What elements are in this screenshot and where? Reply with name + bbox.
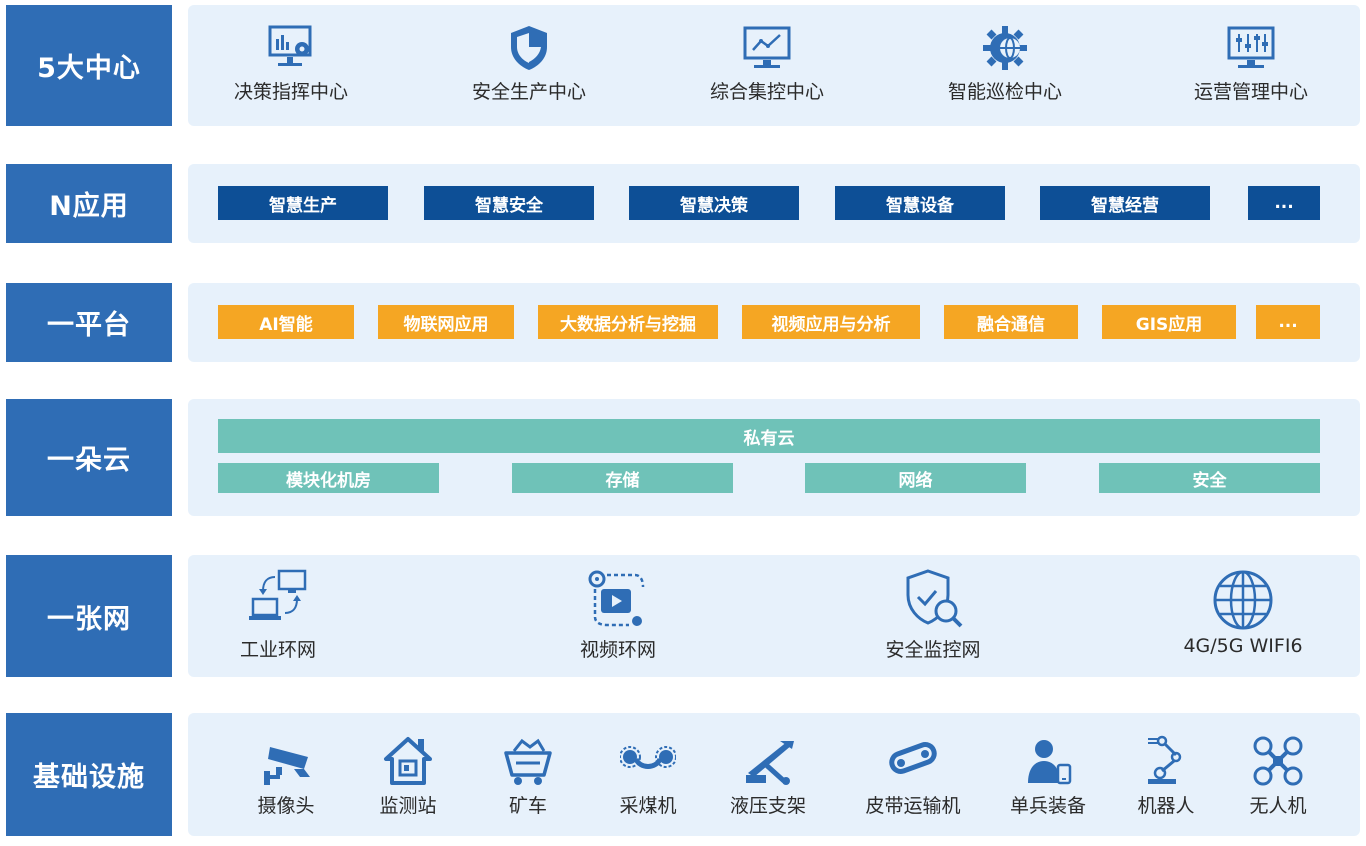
robot-arm-icon (1148, 735, 1182, 784)
video-play-icon (588, 570, 645, 627)
shield-icon (511, 26, 547, 70)
infra-label: 机器人 (1137, 795, 1195, 817)
row-infra: 基础设施 摄像头 监测站 矿车 采煤机 液压支架 皮带运输机 单兵装备 机器人 … (6, 713, 1360, 836)
row-network: 一张网 工业环网 视频环网 安全监控网 4G/5G WIFI6 (6, 555, 1360, 677)
computer-sync-icon (249, 569, 307, 620)
network-label: 工业环网 (239, 639, 316, 661)
cloud-module: 存储 (512, 463, 733, 493)
center-label: 运营管理中心 (1193, 81, 1308, 103)
center-label: 综合集控中心 (709, 81, 824, 103)
infra-label: 监测站 (379, 795, 437, 817)
row-platform: 一平台 AI智能 物联网应用 大数据分析与挖掘 视频应用与分析 融合通信 GIS… (6, 283, 1360, 362)
network-label: 安全监控网 (885, 639, 981, 661)
house-icon (384, 737, 432, 785)
globe-icon (1213, 570, 1273, 630)
center-label: 决策指挥中心 (233, 81, 348, 103)
center-label: 安全生产中心 (471, 81, 586, 103)
infra-item-robot: 机器人 (1106, 713, 1226, 836)
conveyor-belt-icon (889, 742, 937, 774)
shield-search-icon (906, 569, 963, 628)
cloud-panel: 私有云 模块化机房 存储 网络 安全 (188, 399, 1360, 516)
shearer-icon (620, 746, 676, 769)
gear-globe-icon (983, 26, 1027, 70)
platform-panel: AI智能 物联网应用 大数据分析与挖掘 视频应用与分析 融合通信 GIS应用 .… (188, 283, 1360, 362)
centers-panel: 决策指挥中心 安全生产中心 综合集控中心 智能巡检中心 运营管理中心 (188, 5, 1360, 126)
mine-cart-icon (504, 738, 552, 785)
row-label-platform: 一平台 (6, 283, 172, 362)
infra-item-camera: 摄像头 (226, 713, 346, 836)
private-cloud-bar: 私有云 (218, 419, 1320, 453)
center-item-safety: 安全生产中心 (454, 5, 604, 126)
monitor-line-chart-icon (743, 26, 791, 68)
infra-label: 采煤机 (619, 795, 677, 817)
row-label-network: 一张网 (6, 555, 172, 677)
infra-label: 皮带运输机 (865, 795, 961, 817)
app-chip: 智慧生产 (218, 186, 388, 220)
infra-item-drone: 无人机 (1218, 713, 1338, 836)
infra-label: 液压支架 (729, 795, 806, 817)
hydraulic-support-icon (746, 741, 794, 785)
network-item-industrial: 工业环网 (208, 555, 348, 677)
row-label-centers: 5大中心 (6, 5, 172, 126)
row-label-cloud: 一朵云 (6, 399, 172, 516)
network-label: 4G/5G WIFI6 (1183, 635, 1303, 657)
center-item-decision: 决策指挥中心 (216, 5, 366, 126)
network-item-monitoring: 安全监控网 (858, 555, 1008, 677)
network-panel: 工业环网 视频环网 安全监控网 4G/5G WIFI6 (188, 555, 1360, 677)
person-phone-icon (1028, 740, 1072, 785)
app-chip: 智慧经营 (1040, 186, 1210, 220)
network-item-wireless: 4G/5G WIFI6 (1158, 555, 1328, 677)
app-chip: 智慧安全 (424, 186, 594, 220)
platform-chip: AI智能 (218, 305, 354, 339)
infra-label: 矿车 (508, 795, 547, 817)
apps-panel: 智慧生产 智慧安全 智慧决策 智慧设备 智慧经营 ... (188, 164, 1360, 243)
network-label: 视频环网 (579, 639, 656, 661)
infra-item-mine-cart: 矿车 (468, 713, 588, 836)
infra-label: 摄像头 (257, 795, 315, 817)
infra-panel: 摄像头 监测站 矿车 采煤机 液压支架 皮带运输机 单兵装备 机器人 无人机 (188, 713, 1360, 836)
platform-chip-more: ... (1256, 305, 1320, 339)
platform-chip: 视频应用与分析 (742, 305, 920, 339)
cloud-module: 网络 (805, 463, 1026, 493)
row-label-apps: N应用 (6, 164, 172, 243)
infra-item-station: 监测站 (348, 713, 468, 836)
app-chip-more: ... (1248, 186, 1320, 220)
network-item-video: 视频环网 (548, 555, 688, 677)
infra-item-shearer: 采煤机 (588, 713, 708, 836)
monitor-sliders-icon (1227, 26, 1275, 68)
infra-label: 单兵装备 (1009, 795, 1086, 817)
cloud-module: 安全 (1099, 463, 1320, 493)
infra-label: 无人机 (1249, 795, 1307, 817)
app-chip: 智慧决策 (629, 186, 799, 220)
infra-item-personal: 单兵装备 (988, 713, 1108, 836)
row-apps: N应用 智慧生产 智慧安全 智慧决策 智慧设备 智慧经营 ... (6, 164, 1360, 243)
platform-chip: 大数据分析与挖掘 (538, 305, 718, 339)
monitor-chart-gear-icon (268, 25, 312, 66)
center-item-control: 综合集控中心 (692, 5, 842, 126)
app-chip: 智慧设备 (835, 186, 1005, 220)
row-centers: 5大中心 决策指挥中心 安全生产中心 综合集控中心 智能巡检中心 运营管理中心 (6, 5, 1360, 126)
platform-chip: 融合通信 (944, 305, 1078, 339)
drone-icon (1253, 736, 1303, 786)
center-label: 智能巡检中心 (947, 81, 1062, 103)
camera-icon (264, 747, 310, 785)
platform-chip: GIS应用 (1102, 305, 1236, 339)
center-item-inspection: 智能巡检中心 (930, 5, 1080, 126)
center-item-operation: 运营管理中心 (1176, 5, 1326, 126)
infra-item-conveyor: 皮带运输机 (848, 713, 978, 836)
row-label-infra: 基础设施 (6, 713, 172, 836)
platform-chip: 物联网应用 (378, 305, 514, 339)
cloud-module: 模块化机房 (218, 463, 439, 493)
infra-item-hydraulic: 液压支架 (708, 713, 828, 836)
row-cloud: 一朵云 私有云 模块化机房 存储 网络 安全 (6, 399, 1360, 516)
